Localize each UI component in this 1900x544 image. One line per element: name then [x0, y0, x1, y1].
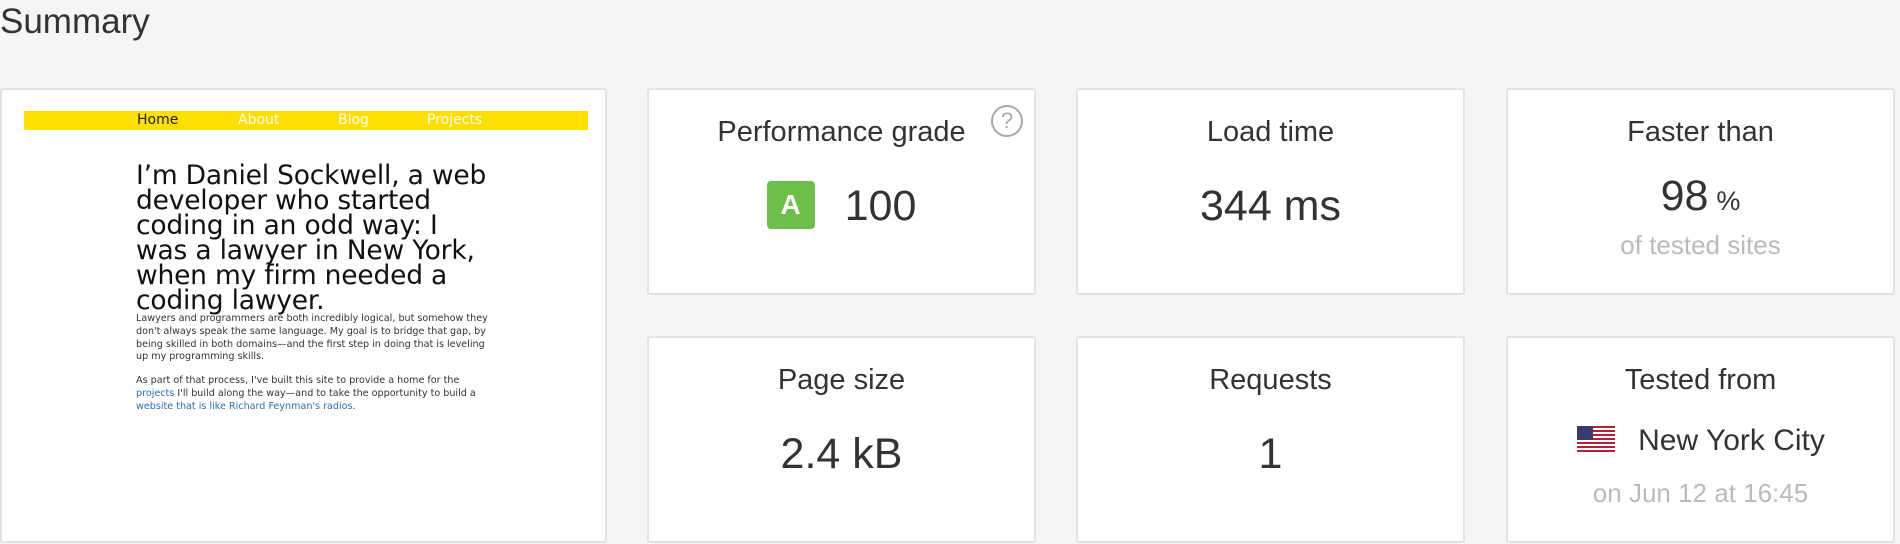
us-flag-icon	[1577, 426, 1616, 453]
preview-nav-bar: Home About Blog Projects	[24, 111, 588, 130]
performance-grade-card: ? Performance grade A 100	[647, 88, 1036, 295]
preview-nav-blog: Blog	[338, 112, 369, 128]
preview-heading: I’m Daniel Sockwell, a web developer who…	[136, 160, 487, 316]
performance-grade-label: Performance grade	[717, 116, 966, 148]
requests-card: Requests 1	[1076, 336, 1465, 543]
load-time-card: Load time 344 ms	[1076, 88, 1465, 295]
preview-paragraph-1: Lawyers and programmers are both incredi…	[136, 313, 488, 363]
requests-label: Requests	[1209, 364, 1332, 396]
faster-than-card: Faster than 98% of tested sites	[1506, 88, 1895, 295]
tested-from-date: on Jun 12 at 16:45	[1592, 478, 1809, 508]
page-size-card: Page size 2.4 kB	[647, 336, 1036, 543]
tested-from-location: New York City	[1508, 424, 1893, 458]
grade-badge: A	[766, 180, 815, 229]
faster-than-value: 98%	[1660, 172, 1741, 220]
preview-nav-about: About	[238, 112, 280, 128]
load-time-value: 344 ms	[1199, 182, 1341, 230]
performance-grade-value: A 100	[649, 180, 1034, 233]
preview-link-feynman: website that is like Richard Feynman's r…	[136, 400, 353, 412]
performance-score: 100	[844, 182, 917, 230]
tested-from-label: Tested from	[1624, 364, 1777, 396]
page-size-value: 2.4 kB	[780, 430, 903, 478]
requests-value: 1	[1258, 430, 1283, 478]
section-title: Summary	[0, 2, 150, 41]
tested-from-card: Tested from New York City on Jun 12 at 1…	[1506, 336, 1895, 543]
page-screenshot-card[interactable]: Home About Blog Projects I’m Daniel Sock…	[0, 88, 607, 543]
preview-nav-projects: Projects	[427, 112, 483, 128]
page-size-label: Page size	[777, 364, 906, 396]
preview-nav-home: Home	[137, 112, 179, 128]
preview-link-projects: projects	[136, 387, 175, 399]
preview-paragraph-2: As part of that process, I've built this…	[136, 375, 476, 412]
load-time-label: Load time	[1206, 116, 1335, 148]
faster-than-sub: of tested sites	[1620, 230, 1781, 260]
faster-than-label: Faster than	[1627, 116, 1774, 148]
